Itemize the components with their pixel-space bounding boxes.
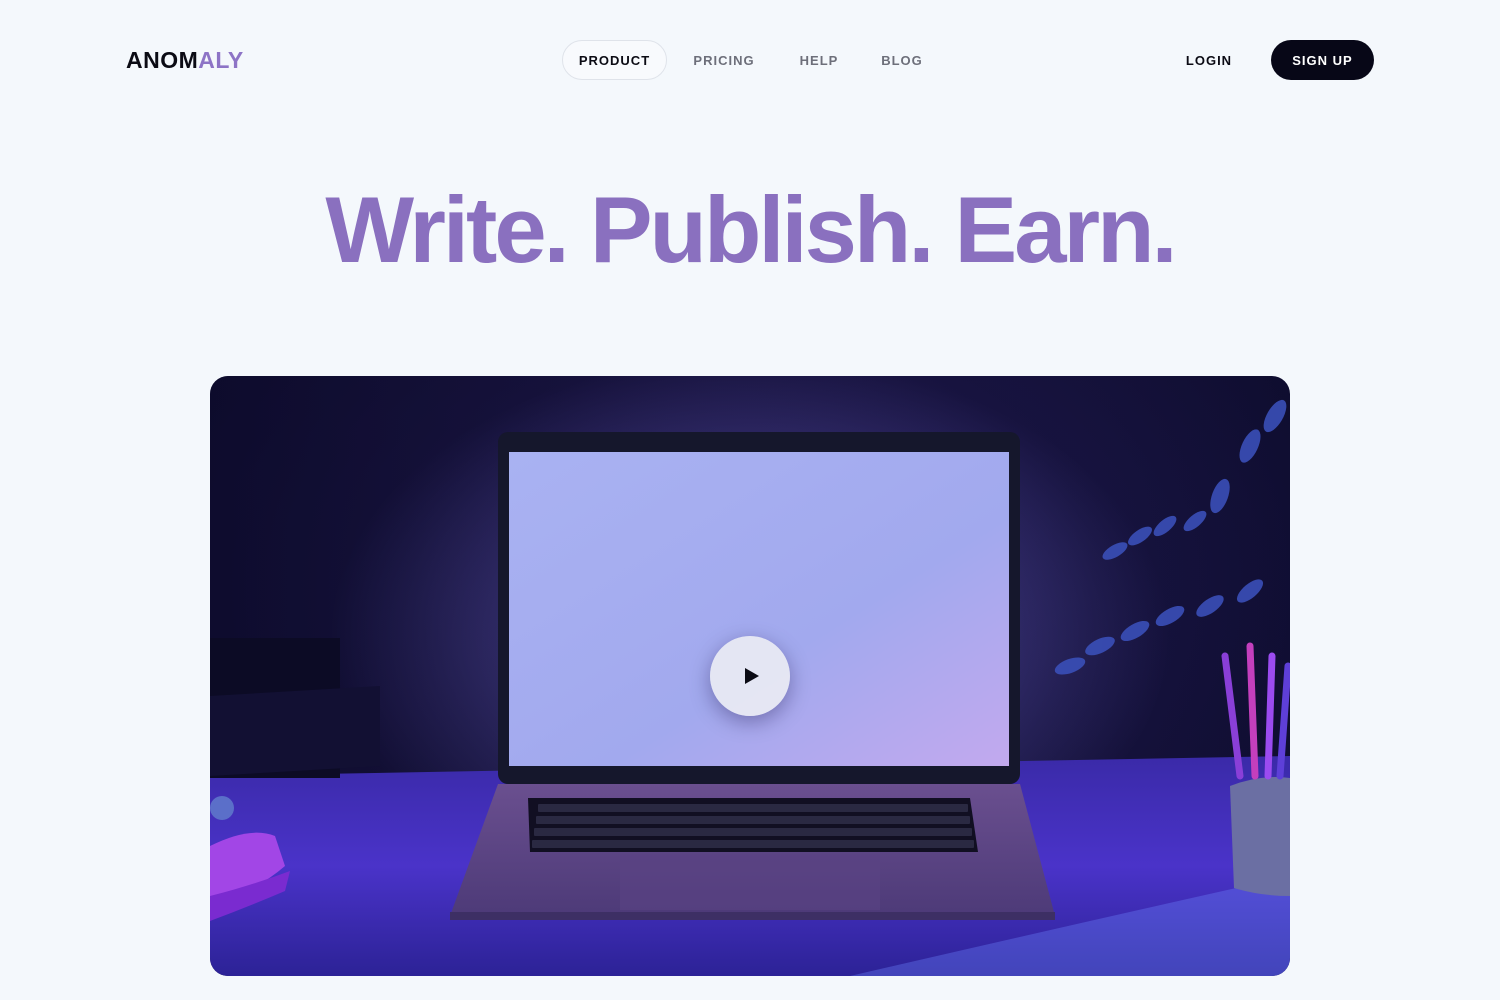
hero-video[interactable] xyxy=(210,376,1290,976)
signup-button[interactable]: SIGN UP xyxy=(1271,40,1374,80)
login-link[interactable]: LOGIN xyxy=(1170,40,1248,80)
play-button[interactable] xyxy=(710,636,790,716)
brand-logo[interactable]: ANOM ALY xyxy=(126,46,244,74)
nav-item-pricing[interactable]: PRICING xyxy=(672,40,776,80)
logo-text-light: ALY xyxy=(198,46,244,73)
nav-item-product[interactable]: PRODUCT xyxy=(562,40,667,80)
logo-text-dark: ANOM xyxy=(126,46,199,73)
play-icon xyxy=(745,668,759,684)
main-nav: PRODUCT PRICING HELP BLOG xyxy=(562,40,942,80)
nav-item-blog[interactable]: BLOG xyxy=(862,40,942,80)
hero-headline: Write. Publish. Earn. xyxy=(325,177,1177,282)
nav-item-help[interactable]: HELP xyxy=(779,40,859,80)
